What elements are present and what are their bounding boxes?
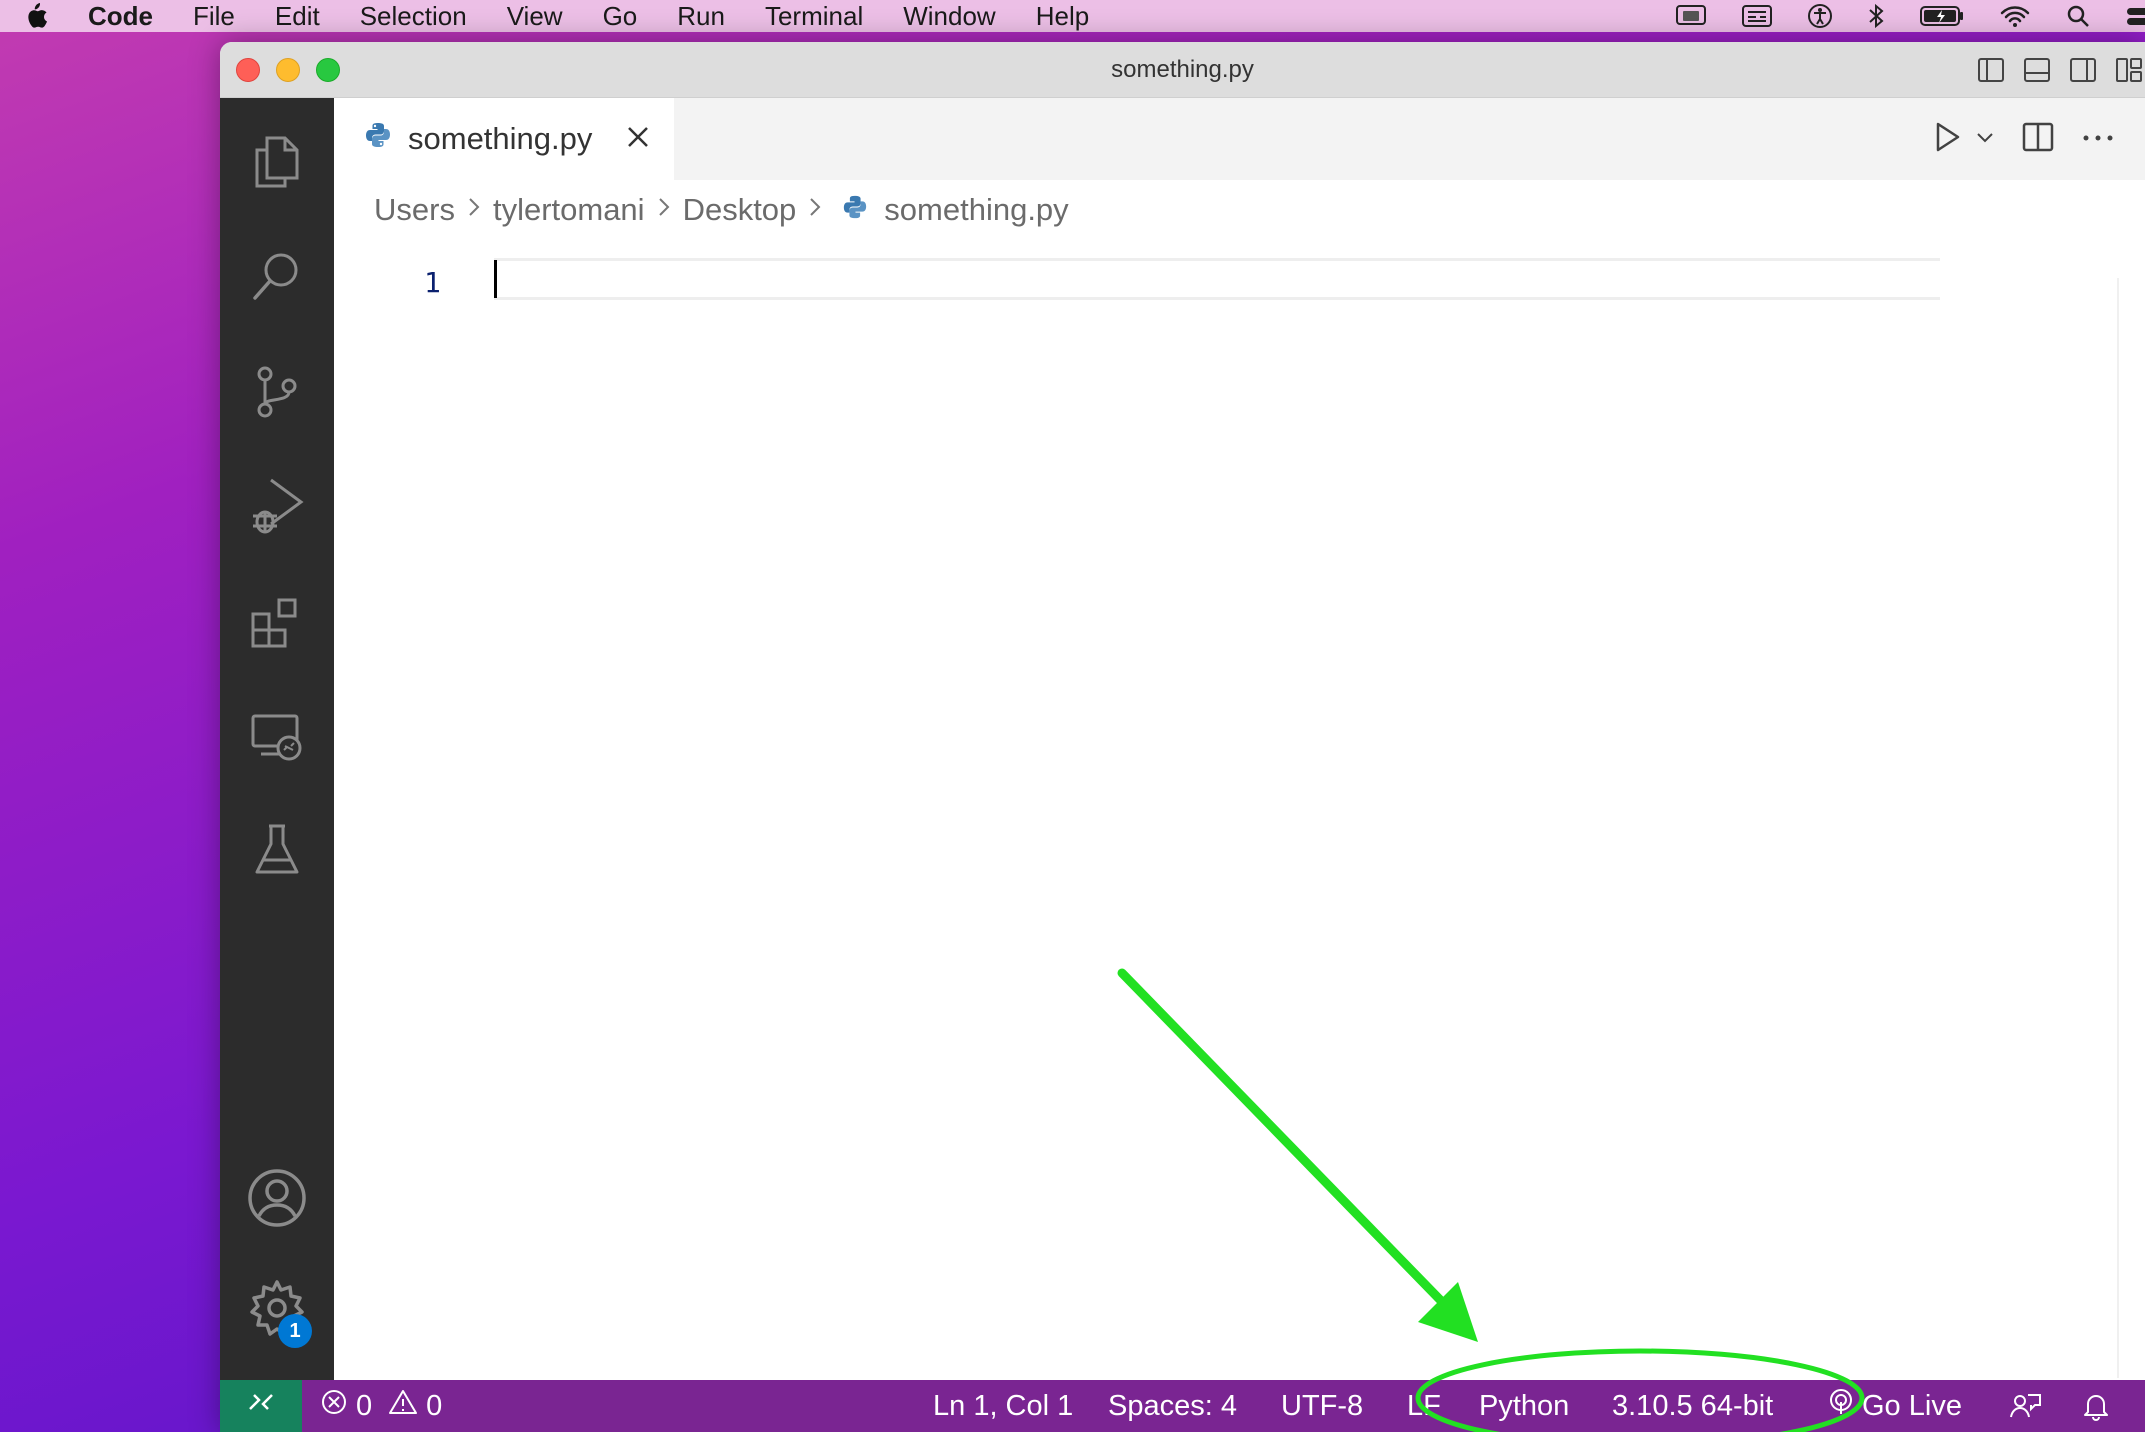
menu-terminal[interactable]: Terminal (745, 1, 883, 32)
breadcrumb-file[interactable]: something.py (884, 192, 1068, 228)
current-line-highlight (494, 258, 1940, 300)
extensions-icon[interactable] (220, 572, 334, 672)
menu-go[interactable]: Go (583, 1, 658, 32)
screen-mirroring-icon[interactable] (1675, 3, 1707, 29)
menu-run[interactable]: Run (657, 1, 745, 32)
menu-app-name[interactable]: Code (70, 1, 173, 32)
warning-icon (388, 1388, 418, 1424)
editor-actions (1933, 98, 2145, 180)
code-editor[interactable]: 1 (334, 240, 2145, 1380)
search-icon[interactable] (220, 226, 334, 326)
run-python-file-icon[interactable] (1933, 120, 1963, 159)
testing-icon[interactable] (220, 800, 334, 900)
notifications-bell-icon[interactable] (2082, 1380, 2110, 1432)
error-icon (320, 1388, 348, 1424)
end-of-line-setting[interactable]: LF (1407, 1380, 1441, 1432)
keyboard-viewer-icon[interactable] (1741, 3, 1773, 29)
breadcrumb: Users tylertomani Desktop something.py (374, 180, 1069, 240)
menu-edit[interactable]: Edit (255, 1, 340, 32)
menu-selection[interactable]: Selection (340, 1, 487, 32)
encoding-setting[interactable]: UTF-8 (1281, 1380, 1363, 1432)
title-bar: something.py (220, 42, 2145, 98)
explorer-icon[interactable] (220, 112, 334, 212)
menu-help[interactable]: Help (1016, 1, 1109, 32)
remote-explorer-icon[interactable] (220, 686, 334, 786)
python-interpreter[interactable]: 3.10.5 64-bit (1612, 1380, 1773, 1432)
feedback-icon[interactable] (2008, 1380, 2042, 1432)
error-count: 0 (356, 1389, 373, 1422)
go-live-button[interactable]: Go Live (1828, 1380, 1962, 1432)
menu-window[interactable]: Window (883, 1, 1015, 32)
source-control-icon[interactable] (220, 342, 334, 442)
tab-something-py[interactable]: something.py (334, 98, 674, 180)
vscode-window: something.py 1 something.py Users tylert… (220, 42, 2145, 1432)
toggle-panel-icon[interactable] (2021, 54, 2053, 91)
tab-label: something.py (408, 121, 593, 156)
control-center-icon[interactable] (2125, 3, 2145, 29)
broadcast-icon (1828, 1388, 1854, 1424)
chevron-right-icon (655, 192, 673, 228)
apple-icon[interactable] (0, 1, 70, 31)
accessibility-icon[interactable] (1807, 3, 1833, 29)
breadcrumb-tylertomani[interactable]: tylertomani (493, 192, 645, 228)
python-icon (364, 121, 392, 157)
window-title: something.py (1111, 56, 1254, 83)
menu-file[interactable]: File (173, 1, 255, 32)
spotlight-search-icon[interactable] (2065, 3, 2091, 29)
language-mode[interactable]: Python (1479, 1380, 1569, 1432)
chevron-right-icon (465, 192, 483, 228)
remote-indicator[interactable] (220, 1380, 302, 1432)
status-bar: 0 0 Ln 1, Col 1 Spaces: 4 UTF-8 LF Pytho… (220, 1380, 2145, 1432)
more-actions-icon[interactable] (2081, 130, 2115, 148)
settings-update-badge: 1 (278, 1314, 312, 1348)
activity-bar: 1 (220, 98, 334, 1380)
manage-gear-icon[interactable]: 1 (220, 1258, 334, 1358)
toggle-secondary-sidebar-icon[interactable] (2067, 54, 2099, 91)
layout-controls (1975, 54, 2145, 91)
wifi-icon[interactable] (1999, 3, 2031, 29)
cursor-position[interactable]: Ln 1, Col 1 (933, 1380, 1073, 1432)
breadcrumb-desktop[interactable]: Desktop (683, 192, 797, 228)
customize-layout-icon[interactable] (2113, 54, 2145, 91)
menu-view[interactable]: View (487, 1, 583, 32)
toggle-primary-sidebar-icon[interactable] (1975, 54, 2007, 91)
macos-menu-bar: Code File Edit Selection View Go Run Ter… (0, 0, 2145, 32)
battery-icon[interactable] (1919, 3, 1965, 29)
editor-tab-bar: something.py (334, 98, 2145, 180)
bluetooth-icon[interactable] (1867, 3, 1885, 29)
breadcrumb-users[interactable]: Users (374, 192, 455, 228)
line-number: 1 (424, 266, 441, 299)
indentation-setting[interactable]: Spaces: 4 (1108, 1380, 1237, 1432)
text-cursor (494, 260, 497, 298)
run-and-debug-icon[interactable] (220, 456, 334, 556)
menu-bar-status-icons (1675, 0, 2145, 32)
scrollbar-track[interactable] (2117, 278, 2119, 1378)
go-live-label: Go Live (1862, 1389, 1962, 1422)
split-editor-icon[interactable] (2021, 120, 2055, 159)
chevron-down-icon[interactable] (1975, 127, 1995, 152)
chevron-right-icon (806, 192, 824, 228)
python-icon (842, 192, 868, 228)
warning-count: 0 (426, 1389, 443, 1422)
remote-icon (246, 1387, 276, 1425)
problems-indicator[interactable]: 0 0 (320, 1380, 442, 1432)
accounts-icon[interactable] (220, 1148, 334, 1248)
close-tab-icon[interactable] (626, 121, 650, 157)
